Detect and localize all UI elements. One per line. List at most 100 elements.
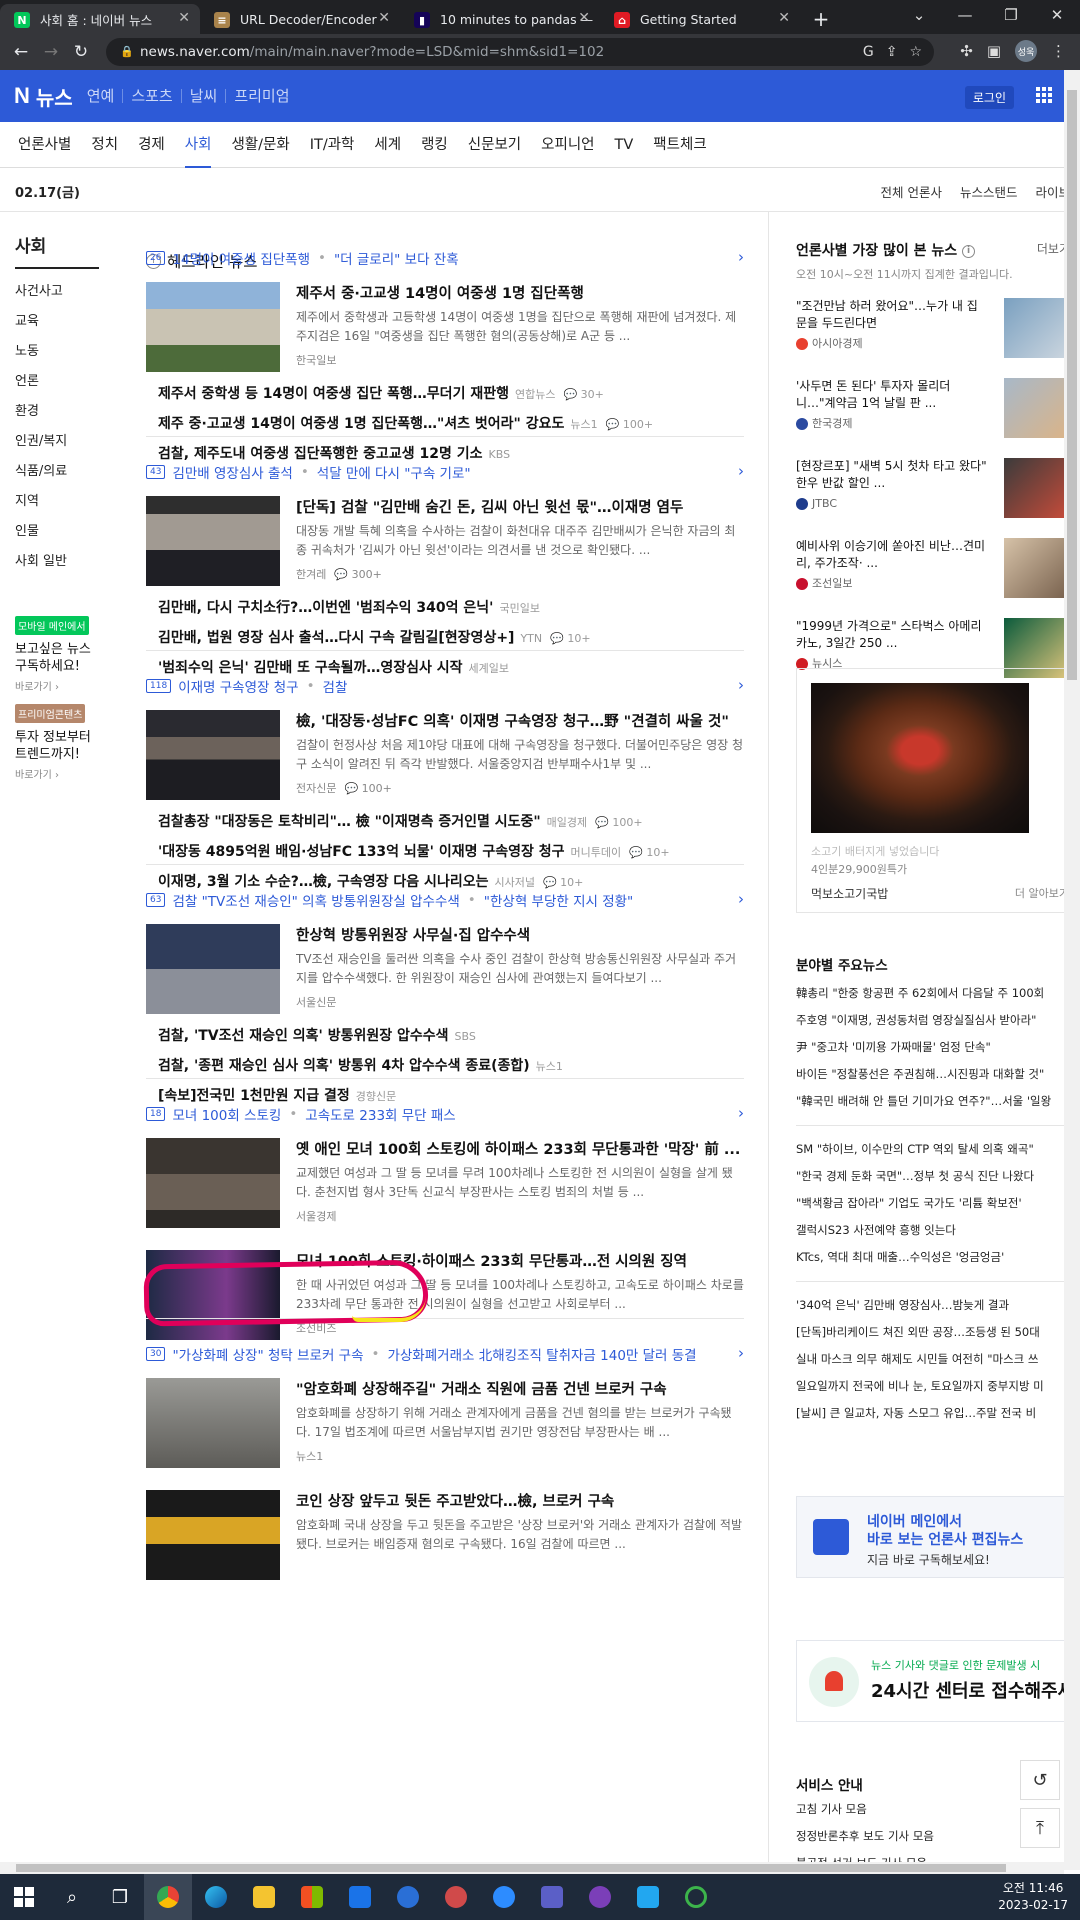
app-grid-icon[interactable] [1036,87,1052,103]
press-name[interactable]: 한겨레 [296,568,326,581]
ranking-item[interactable]: '사두면 돈 된다' 투자자 몰리더니…"계약금 1억 날릴 판 ... 한국경제 [796,378,1064,442]
lead-article[interactable]: 檢, '대장동·성남FC 의혹' 이재명 구속영장 청구…野 "견결히 싸울 것… [146,710,744,800]
section-news-item[interactable]: [단독]바리케이드 쳐진 외딴 공장…조등생 된 50대 [796,1319,1076,1346]
ranking-item[interactable]: "조건만남 하러 왔어요"…누가 내 집 문을 두드린다면 아시아경제 [796,298,1064,362]
article-title[interactable]: 한상혁 방통위원장 사무실·집 압수수색 [296,924,744,945]
press-name[interactable]: 매일경제 [547,816,587,829]
sub-article-title[interactable]: 검찰총장 "대장동은 토착비리"… 檢 "이재명측 증거인멸 시도중" [158,814,541,830]
section-news-item[interactable]: 韓총리 "한중 항공편 주 62회에서 다음달 주 100회 [796,980,1076,1007]
sub-article[interactable]: 제주 중·고교생 14명이 여중생 1명 집단폭행…"셔츠 벗어라" 강요도 뉴스… [158,410,744,438]
left-nav-item[interactable]: 식품/의료 [15,457,99,487]
ranking-thumbnail[interactable] [1004,298,1064,358]
press-name[interactable]: 국민일보 [499,602,539,615]
press-name[interactable]: YTN [520,632,542,645]
cluster-header[interactable]: 43 김만배 영장심사 출석 • 석달 만에 다시 "구속 기로" › [146,462,744,482]
comment-count[interactable]: 💬 100+ [606,418,653,431]
article-thumbnail[interactable] [146,710,280,800]
cluster-topic[interactable]: 김만배 영장심사 출석 [172,462,292,482]
nav-item[interactable]: 랭킹 [421,122,448,168]
cluster-topic[interactable]: "가상화폐 상장" 청탁 브로커 구속 [172,1344,363,1364]
nav-item[interactable]: 생활/문화 [231,122,289,168]
cluster-header[interactable]: 118 이재명 구속영장 청구 • 검찰 › [146,676,744,696]
nav-item[interactable]: 사회 [184,122,212,168]
header-link[interactable]: 스포츠 [122,89,180,104]
article-thumbnail[interactable] [146,924,280,1014]
sub-article[interactable]: 검찰, 'TV조선 재승인 의혹' 방통위원장 압수수색 SBS [158,1022,744,1050]
left-nav-item[interactable]: 지역 [15,487,99,517]
article-thumbnail[interactable] [146,282,280,372]
comment-count[interactable]: 💬 30+ [563,388,603,401]
login-button[interactable]: 로그인 [964,86,1014,109]
cluster-topic[interactable]: 14명이 여중생 집단폭행 [172,248,310,268]
header-link[interactable]: 연예 [79,89,123,104]
press-name[interactable]: 연합뉴스 [515,388,555,401]
cluster-header[interactable]: 63 검찰 "TV조선 재승인" 의혹 방통위원장실 압수수색 • "한상혁 부당한 … [146,890,744,910]
browser-tab[interactable]: ⌂ Getting Started ✕ [600,4,800,34]
section-news-item[interactable]: KTcs, 역대 최대 매출…수익성은 '엉금엉금' [796,1244,1076,1271]
promo-link[interactable]: 바로가기 › [15,678,99,693]
github-icon[interactable] [576,1874,624,1920]
cluster-subtopic[interactable]: 석달 만에 다시 "구속 기로" [317,462,471,482]
comment-count[interactable]: 💬 300+ [334,568,381,581]
left-nav-item[interactable]: 노동 [15,337,99,367]
nav-item[interactable]: 신문보기 [468,122,521,168]
refresh-icon[interactable]: ↺ [1020,1760,1060,1800]
restore-button[interactable]: ❐ [988,0,1034,30]
article-thumbnail[interactable] [146,1378,280,1468]
press-name[interactable]: 서울경제 [296,1210,336,1223]
info-icon[interactable]: i [962,244,976,258]
mail-icon[interactable] [336,1874,384,1920]
nav-item[interactable]: TV [615,122,634,168]
section-news-item[interactable]: 일요일까지 전국에 비나 눈, 토요일까지 중부지방 미 [796,1373,1076,1400]
lead-article[interactable]: 한상혁 방통위원장 사무실·집 압수수색 TV조선 재승인을 둘러싼 의혹을 수사… [146,924,744,1014]
article-title[interactable]: 옛 애인 모녀 100회 스토킹에 하이패스 233회 무단통과한 '막장' 前… [296,1138,744,1159]
left-nav-item[interactable]: 환경 [15,397,99,427]
header-link[interactable]: 날씨 [180,89,226,104]
left-nav-item[interactable]: 사회 일반 [15,547,99,577]
sub-article-title[interactable]: 제주서 중학생 등 14명이 여중생 집단 폭행…무더기 재판행 [158,386,509,402]
chevron-right-icon[interactable]: › [738,248,744,266]
tab-close-icon[interactable]: ✕ [778,10,790,26]
comment-count[interactable]: 💬 10+ [629,846,669,859]
ranking-title[interactable]: "1999년 가격으로" 스타벅스 아메리카노, 3일간 250 ... [796,618,988,652]
cluster-header[interactable]: 30 "가상화폐 상장" 청탁 브로커 구속 • 가상화폐거래소 北해킹조직 탈취자금… [146,1344,744,1364]
chevron-right-icon[interactable]: › [738,462,744,480]
press-name[interactable]: SBS [455,1030,476,1043]
press-name[interactable]: 전자신문 [296,782,336,795]
cluster-header[interactable]: 18 모녀 100회 스토킹 • 고속도로 233회 무단 패스 › [146,1104,744,1124]
url-input[interactable]: 🔒 news.naver.com/main/main.naver?mode=LS… [106,38,934,66]
tab-close-icon[interactable]: ✕ [378,10,390,26]
section-news-item[interactable]: "백색황금 잡아라" 기업도 국가도 '리튬 확보전' [796,1190,1076,1217]
cluster-subtopic[interactable]: 검찰 [323,676,348,696]
cluster-subtopic[interactable]: "더 글로리" 보다 잔혹 [334,248,459,268]
chevron-right-icon[interactable]: › [738,890,744,908]
edge-icon[interactable] [192,1874,240,1920]
sub-article[interactable]: 검찰총장 "대장동은 토착비리"… 檢 "이재명측 증거인멸 시도중" 매일경제 💬… [158,808,744,836]
left-nav-item[interactable]: 사건사고 [15,277,99,307]
ranking-press[interactable]: 조선일보 [796,575,988,592]
browser-tab[interactable]: N 사회 홈 : 네이버 뉴스 ✕ [0,4,200,34]
ad-more-link[interactable]: 더 알아보기 [1015,885,1069,901]
ranking-title[interactable]: [현장르포] "새벽 5시 첫차 타고 왔다" 한우 반값 할인 ... [796,458,988,492]
press-name[interactable]: 경향신문 [356,1090,396,1103]
sub-article-title[interactable]: 김만배, 법원 영장 심사 출석…다시 구속 갈림길[현장영상+] [158,630,514,646]
sub-article[interactable]: 김만배, 법원 영장 심사 출석…다시 구속 갈림길[현장영상+] YTN 💬 10… [158,624,744,652]
comment-count[interactable]: 💬 10+ [543,876,583,889]
sub-article[interactable]: 김만배, 다시 구치소行?…이번엔 '범죄수익 340억 은닉' 국민일보 [158,594,744,622]
google-lens-icon[interactable]: G [863,38,874,66]
press-name[interactable]: 뉴스1 [296,1450,323,1463]
header-link[interactable]: 프리미엄 [225,89,297,104]
sub-article-title[interactable]: '범죄수익 은닉' 김만배 또 구속될까…영장심사 시작 [158,660,463,676]
promo-link[interactable]: 바로가기 › [15,766,99,781]
lead-article[interactable]: 제주서 중·고교생 14명이 여중생 1명 집단폭행 제주에서 중학생과 고등학생… [146,282,744,372]
press-name[interactable]: 한국일보 [296,354,336,367]
lead-article[interactable]: [단독] 검찰 "김만배 숨긴 돈, 김씨 아닌 윗선 몫"…이재명 염두 대장동… [146,496,744,586]
press-name[interactable]: 조선비즈 [296,1322,336,1335]
horizontal-scrollbar[interactable] [0,1862,1064,1874]
back-button[interactable]: ← [6,42,36,62]
ranking-press[interactable]: JTBC [796,495,988,512]
comment-count[interactable]: 💬 100+ [344,782,391,795]
app-icon[interactable] [384,1874,432,1920]
article-thumbnail[interactable] [146,1490,280,1580]
windows-start-icon[interactable] [0,1874,48,1920]
